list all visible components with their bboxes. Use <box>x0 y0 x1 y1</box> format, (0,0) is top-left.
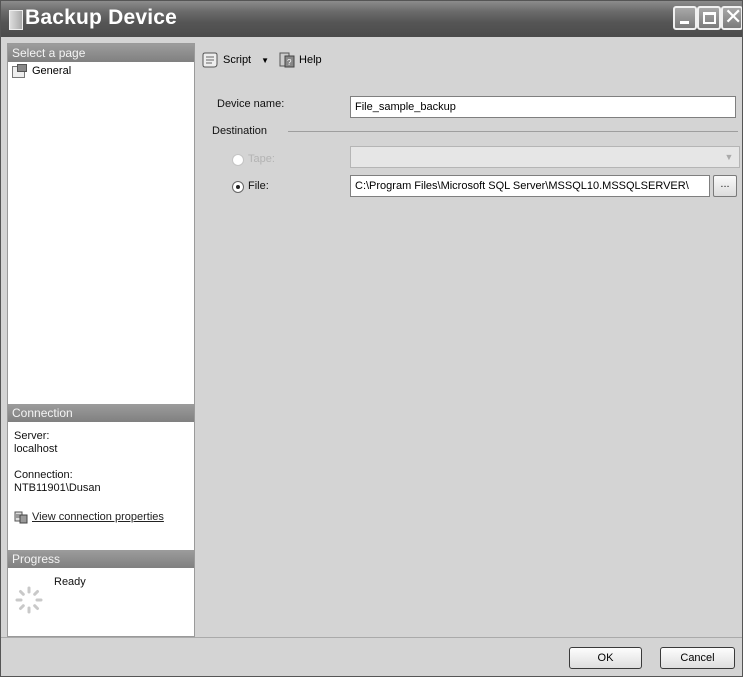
close-icon: ✕ <box>724 5 743 30</box>
cancel-button[interactable]: Cancel <box>660 647 735 669</box>
window-icon <box>9 10 23 30</box>
help-icon: ? <box>279 52 295 68</box>
window-title: Backup Device <box>25 6 178 29</box>
server-label: Server: <box>14 430 50 442</box>
progress-header: Progress <box>8 550 194 568</box>
script-button[interactable]: Script ▼ <box>201 52 269 68</box>
page-icon <box>12 64 28 78</box>
connection-value: NTB11901\Dusan <box>14 482 101 494</box>
radio-selected-dot <box>236 185 240 189</box>
file-label: File: <box>248 180 269 192</box>
help-label: Help <box>299 54 322 66</box>
page-item-general[interactable]: General <box>12 64 72 78</box>
close-button[interactable]: ✕ <box>721 5 743 30</box>
file-path-input[interactable]: C:\Program Files\Microsoft SQL Server\MS… <box>350 175 710 197</box>
connection-header: Connection <box>8 404 194 422</box>
tape-radio[interactable] <box>232 154 244 166</box>
svg-text:?: ? <box>287 58 292 67</box>
help-button[interactable]: ? Help <box>279 52 322 68</box>
tape-select[interactable]: ▼ <box>350 146 740 168</box>
left-pane: Select a page General Connection Server:… <box>7 43 195 637</box>
select-page-header: Select a page <box>8 44 194 62</box>
view-connection-properties-link[interactable]: View connection properties <box>32 511 164 523</box>
server-value: localhost <box>14 443 58 455</box>
browse-button[interactable]: ... <box>713 175 737 197</box>
page-item-label: General <box>32 64 72 77</box>
script-label: Script <box>223 54 252 66</box>
minimize-icon <box>680 21 689 24</box>
device-name-label: Device name: <box>217 98 285 110</box>
tape-label: Tape: <box>248 153 275 165</box>
destination-label: Destination <box>212 125 268 137</box>
connection-label: Connection: <box>14 469 73 481</box>
chevron-down-icon[interactable]: ▼ <box>261 56 269 65</box>
toolbar: Script ▼ ? Help <box>201 49 332 71</box>
title-bar[interactable]: Backup Device ✕ <box>1 1 742 37</box>
progress-status: Ready <box>54 576 86 588</box>
chevron-down-icon: ▼ <box>724 152 734 162</box>
ok-button[interactable]: OK <box>569 647 642 669</box>
device-name-input[interactable]: File_sample_backup <box>350 96 736 118</box>
minimize-button[interactable] <box>673 6 697 30</box>
maximize-icon <box>703 12 716 24</box>
destination-divider <box>288 131 738 132</box>
progress-spinner-icon <box>15 586 43 614</box>
connection-properties-icon <box>14 511 28 524</box>
maximize-button[interactable] <box>697 6 721 30</box>
backup-device-window: Backup Device ✕ Select a page General Co… <box>0 0 743 677</box>
file-radio[interactable] <box>232 181 244 193</box>
script-icon <box>202 52 218 68</box>
